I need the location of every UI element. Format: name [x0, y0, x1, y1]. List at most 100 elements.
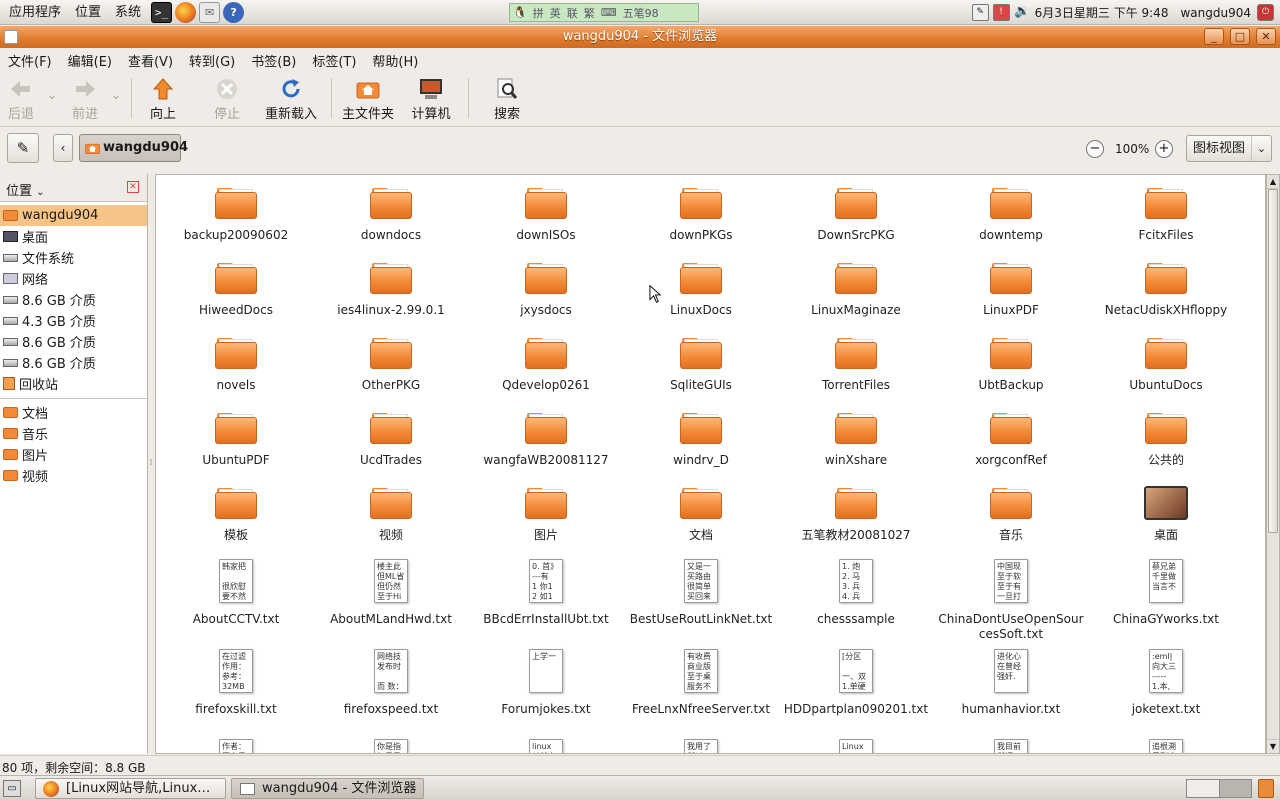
folder-item[interactable]: 音乐: [934, 486, 1088, 543]
folder-item[interactable]: UbuntuDocs: [1089, 336, 1243, 393]
vertical-scrollbar[interactable]: ▲ ▼: [1266, 174, 1280, 754]
scroll-thumb[interactable]: [1268, 189, 1278, 533]
file-item[interactable]: :eml| 向大三 ----- 1.本, joketext.txt: [1089, 649, 1243, 717]
file-item[interactable]: 有收费 商业版 至于桌 服务不 FreeLnxNfreeServer.txt: [624, 649, 778, 717]
folder-item[interactable]: LinuxDocs: [624, 261, 778, 318]
folder-item[interactable]: UcdTrades: [314, 411, 468, 468]
file-item[interactable]: 韩家把 很欣慰 要不然 AboutCCTV.txt: [159, 559, 313, 627]
file-item[interactable]: 我用了 所以: [624, 739, 778, 753]
file-item[interactable]: 蔡兄弟 千里做 当言不 ChinaGYworks.txt: [1089, 559, 1243, 627]
mail-icon[interactable]: ✉: [199, 1, 221, 23]
search-button[interactable]: 搜索: [490, 78, 524, 124]
sidebar-item[interactable]: 4.3 GB 介质: [0, 310, 147, 331]
file-item[interactable]: 0. 首》 ---有 1 你1 2 如1 BBcdErrInstallUbt.tx…: [469, 559, 623, 627]
sidebar-item[interactable]: 回收站: [0, 373, 147, 394]
folder-item[interactable]: TorrentFiles: [779, 336, 933, 393]
folder-item[interactable]: Qdevelop0261: [469, 336, 623, 393]
user-name[interactable]: wangdu904: [1180, 6, 1251, 20]
sidebar-item[interactable]: 8.6 GB 介质: [0, 352, 147, 373]
sidebar-item[interactable]: 图片: [0, 444, 147, 465]
folder-item[interactable]: 图片: [469, 486, 623, 543]
update-tray-icon[interactable]: !: [992, 4, 1010, 21]
folder-item[interactable]: downtemp: [934, 186, 1088, 243]
power-icon[interactable]: ⏻: [1257, 4, 1274, 21]
ime-mode-traditional[interactable]: 繁: [581, 5, 598, 21]
file-item[interactable]: 楼主此 但ML省 但仍然 至于Hi AboutMLandHwd.txt: [314, 559, 468, 627]
computer-button[interactable]: 计算机: [408, 78, 454, 124]
scroll-down-button[interactable]: ▼: [1267, 739, 1279, 753]
help-icon[interactable]: ?: [223, 1, 245, 23]
workspace-1[interactable]: [1187, 780, 1220, 797]
clock[interactable]: 6月3日星期三 下午 9:48: [1035, 4, 1169, 21]
sidebar-item[interactable]: 音乐: [0, 423, 147, 444]
pane-resize-handle[interactable]: ⁞: [148, 458, 154, 470]
file-item[interactable]: 在过滤 作用： 参考： 32MB firefoxskill.txt: [159, 649, 313, 717]
sidebar-item[interactable]: 文件系统: [0, 247, 147, 268]
maximize-button[interactable]: □: [1230, 28, 1250, 45]
folder-item[interactable]: 公共的: [1089, 411, 1243, 468]
terminal-icon[interactable]: >_: [151, 1, 173, 23]
view-mode-select[interactable]: 图标视图 ⌄: [1186, 135, 1272, 162]
sidebar-item[interactable]: 视频: [0, 465, 147, 486]
folder-item[interactable]: downdocs: [314, 186, 468, 243]
path-scroll-left-button[interactable]: ‹: [53, 134, 73, 162]
taskbar-item-file-browser[interactable]: wangdu904 - 文件浏览器: [231, 778, 424, 799]
up-button[interactable]: 向上: [146, 78, 180, 124]
file-item[interactable]: 中国现 至于软 至于有 一旦打 ChinaDontUseOpenSourcesSo…: [934, 559, 1088, 642]
menu-go[interactable]: 转到(G): [181, 51, 243, 70]
ime-mode-pinyin[interactable]: 拼: [530, 5, 547, 21]
zoom-level[interactable]: 100%: [1115, 142, 1149, 156]
folder-item[interactable]: downISOs: [469, 186, 623, 243]
file-item[interactable]: 作者： 医力日: [159, 739, 313, 753]
folder-item[interactable]: UbtBackup: [934, 336, 1088, 393]
network-tray-icon[interactable]: ✎: [971, 4, 989, 21]
folder-item[interactable]: xorgconfRef: [934, 411, 1088, 468]
desktop-folder-item[interactable]: 桌面: [1089, 486, 1243, 543]
ime-name[interactable]: 五笔98: [620, 5, 662, 21]
file-item[interactable]: 进化心 在曾经 强奸. humanhavior.txt: [934, 649, 1088, 717]
folder-item[interactable]: NetacUdiskXHfloppy: [1089, 261, 1243, 318]
file-item[interactable]: 我目前 所谓: [934, 739, 1088, 753]
file-item[interactable]: 你是指 如果是: [314, 739, 468, 753]
window-menu-icon[interactable]: [4, 30, 18, 44]
sidebar-item[interactable]: 8.6 GB 介质: [0, 289, 147, 310]
close-sidebar-icon[interactable]: ✕: [127, 181, 139, 193]
keyboard-icon[interactable]: ⌨: [598, 6, 620, 19]
menu-help[interactable]: 帮助(H): [364, 51, 426, 70]
folder-item[interactable]: 文档: [624, 486, 778, 543]
input-method-bar[interactable]: 🐧 拼 英 联 繁 ⌨ 五笔98: [509, 3, 699, 22]
applications-menu[interactable]: 应用程序: [0, 0, 68, 25]
sidebar-item[interactable]: 文档: [0, 402, 147, 423]
forward-button[interactable]: 前进: [68, 78, 102, 124]
reload-button[interactable]: 重新载入: [262, 78, 320, 124]
workspace-2[interactable]: [1219, 780, 1251, 797]
menu-edit[interactable]: 编辑(E): [60, 51, 120, 70]
sidebar-item[interactable]: wangdu904: [0, 205, 147, 226]
folder-item[interactable]: windrv_D: [624, 411, 778, 468]
file-item[interactable]: 又是一 买路由 很简单 买回来 BestUseRoutLinkNet.txt: [624, 559, 778, 627]
back-button[interactable]: 后退: [4, 78, 38, 124]
menu-view[interactable]: 查看(V): [120, 51, 181, 70]
folder-item[interactable]: wangfaWB20081127: [469, 411, 623, 468]
sidebar-item[interactable]: 8.6 GB 介质: [0, 331, 147, 352]
ime-mode-lianxiang[interactable]: 联: [564, 5, 581, 21]
file-icon-view[interactable]: backup20090602 downdocs downISOs downPKGs Do…: [155, 174, 1266, 754]
taskbar-item-firefox[interactable]: [Linux网站导航,Linux…: [35, 778, 226, 799]
volume-icon[interactable]: 🔉: [1014, 4, 1031, 21]
menu-file[interactable]: 文件(F): [0, 51, 60, 70]
workspace-switcher[interactable]: [1186, 779, 1252, 798]
show-desktop-button[interactable]: ▭: [3, 780, 21, 797]
file-item[interactable]: Linux Linux: [779, 739, 933, 753]
zoom-in-button[interactable]: +: [1155, 140, 1173, 158]
folder-item[interactable]: FcitxFiles: [1089, 186, 1243, 243]
system-menu[interactable]: 系统: [108, 0, 148, 25]
home-button[interactable]: 主文件夹: [340, 78, 396, 124]
stop-button[interactable]: 停止: [210, 78, 244, 124]
scroll-up-button[interactable]: ▲: [1267, 175, 1279, 189]
folder-item[interactable]: 五笔教材20081027: [779, 486, 933, 543]
trash-icon[interactable]: [1258, 779, 1274, 798]
sidebar-mode-select[interactable]: 位置 ⌄: [6, 184, 45, 199]
folder-item[interactable]: jxysdocs: [469, 261, 623, 318]
file-item[interactable]: 上学一 Forumjokes.txt: [469, 649, 623, 717]
ime-mode-english[interactable]: 英: [547, 5, 564, 21]
